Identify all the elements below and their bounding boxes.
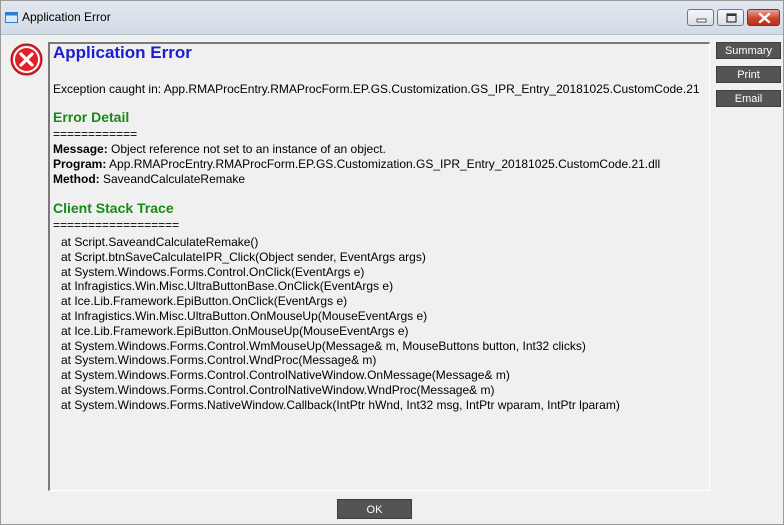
- exception-source: App.RMAProcEntry.RMAProcForm.EP.GS.Custo…: [163, 82, 700, 96]
- stack-frame: at System.Windows.Forms.Control.OnClick(…: [61, 264, 365, 279]
- stack-frame: at Script.btnSaveCalculateIPR_Click(Obje…: [61, 249, 426, 264]
- minimize-icon: [696, 18, 707, 23]
- title-bar[interactable]: Application Error: [1, 1, 783, 35]
- program-label: Program:: [53, 157, 107, 171]
- stack-frame: at System.Windows.Forms.Control.ControlN…: [61, 382, 495, 397]
- message-value: Object reference not set to an instance …: [111, 142, 386, 156]
- print-button[interactable]: Print: [716, 66, 781, 83]
- window-title: Application Error: [22, 10, 111, 24]
- method-label: Method:: [53, 172, 100, 186]
- application-error-window: Application Error Application Error Exce…: [0, 0, 784, 525]
- maximize-button[interactable]: [717, 9, 744, 26]
- summary-button[interactable]: Summary: [716, 42, 781, 59]
- stack-frame: at Infragistics.Win.Misc.UltraButton.OnM…: [61, 308, 428, 323]
- stack-trace-heading: Client Stack Trace: [53, 200, 174, 216]
- email-button[interactable]: Email: [716, 90, 781, 107]
- stack-frame: at Infragistics.Win.Misc.UltraButtonBase…: [61, 279, 394, 294]
- minimize-button[interactable]: [687, 9, 714, 26]
- error-detail-heading: Error Detail: [53, 109, 130, 125]
- stack-frame: at System.Windows.Forms.Control.ControlN…: [61, 368, 510, 383]
- error-details-panel[interactable]: Application Error Exception caught in: A…: [48, 42, 710, 491]
- stack-frame: at System.Windows.Forms.Control.WndProc(…: [61, 353, 377, 368]
- close-button[interactable]: [747, 9, 780, 26]
- error-detail-separator: ============: [53, 127, 138, 141]
- maximize-icon: [726, 13, 737, 23]
- method-value: SaveandCalculateRemake: [103, 172, 246, 186]
- stack-frame: at System.Windows.Forms.Control.WmMouseU…: [61, 338, 586, 353]
- error-heading: Application Error: [53, 43, 192, 62]
- message-label: Message:: [53, 142, 108, 156]
- close-icon: [758, 12, 771, 24]
- stack-frame: at Ice.Lib.Framework.EpiButton.OnClick(E…: [61, 294, 348, 309]
- app-window-icon: [5, 12, 18, 23]
- stack-frame: at System.Windows.Forms.NativeWindow.Cal…: [61, 397, 620, 412]
- stack-trace-separator: ==================: [53, 218, 180, 232]
- program-row: Program: App.RMAProcEntry.RMAProcForm.EP…: [53, 157, 660, 172]
- stack-trace-list: at Script.SaveandCalculateRemake() at Sc…: [61, 235, 620, 413]
- error-x-icon: [10, 43, 43, 76]
- exception-line: Exception caught in: App.RMAProcEntry.RM…: [53, 82, 700, 97]
- exception-prefix: Exception caught in:: [53, 82, 162, 96]
- stack-frame: at Script.SaveandCalculateRemake(): [61, 235, 259, 249]
- message-row: Message: Object reference not set to an …: [53, 142, 386, 157]
- ok-button[interactable]: OK: [337, 499, 412, 519]
- program-value: App.RMAProcEntry.RMAProcForm.EP.GS.Custo…: [109, 157, 661, 171]
- method-row: Method: SaveandCalculateRemake: [53, 172, 245, 187]
- stack-frame: at Ice.Lib.Framework.EpiButton.OnMouseUp…: [61, 323, 409, 338]
